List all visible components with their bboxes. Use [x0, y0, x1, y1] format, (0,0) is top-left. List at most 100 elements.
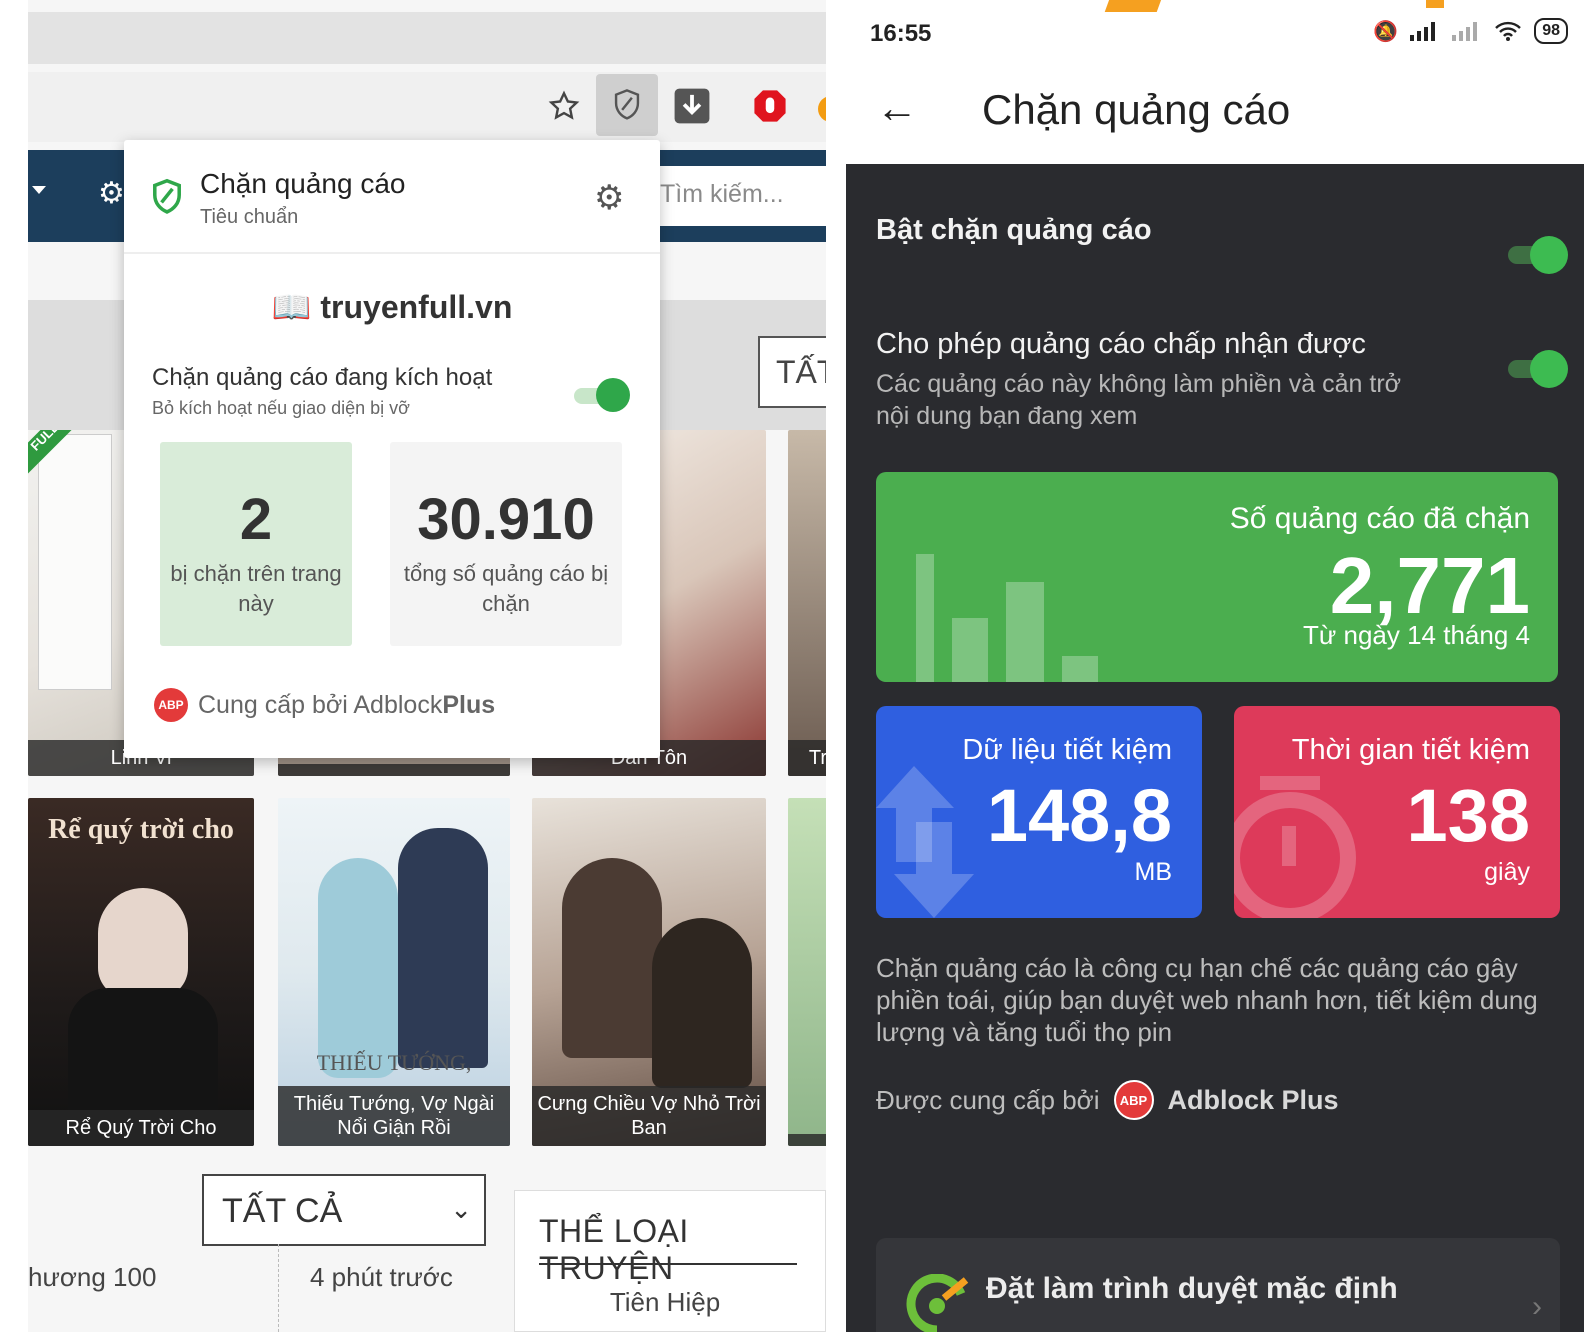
book-title: Cưng Chiều Vợ Nhỏ Trời Ban	[532, 1086, 766, 1146]
acceptable-ads-label: Cho phép quảng cáo chấp nhận được	[876, 328, 1366, 360]
cover-figure	[318, 858, 398, 1078]
status-icons: 🔕 98	[1373, 18, 1568, 44]
divider	[278, 1244, 279, 1332]
browser-logo-icon	[906, 1274, 969, 1332]
book-card[interactable]: Tr	[788, 430, 826, 776]
site-blocking-label: Chặn quảng cáo đang kích hoạt	[152, 364, 493, 391]
book-title: Thiếu Tướng, Vợ Ngài Nổi Giận Rồi	[278, 1086, 510, 1146]
ads-blocked-since: Từ ngày 14 tháng 4	[1302, 620, 1530, 650]
download-icon[interactable]	[672, 86, 712, 126]
cover-figure-body	[68, 988, 218, 1128]
site-domain: 📖 truyenfull.vn	[124, 288, 660, 326]
toggle-knob	[1530, 350, 1568, 388]
book-card[interactable]: THIẾU TƯỚNG, Thiếu Tướng, Vợ Ngài Nổi Gi…	[278, 798, 510, 1146]
genre-panel: THỂ LOẠI TRUYỆN Tiên Hiệp	[514, 1190, 826, 1332]
filter-all-button[interactable]: TẤT	[758, 336, 826, 408]
genre-panel-title: THỂ LOẠI TRUYỆN	[539, 1213, 689, 1286]
category-select-value: TẤT CẢ	[222, 1192, 343, 1230]
green-shield-icon	[150, 178, 184, 221]
chevron-down-icon: ⌄	[450, 1194, 472, 1224]
page-blocked-count: 2	[239, 487, 273, 552]
adblock-popup: Chặn quảng cáo Tiêu chuẩn ⚙ 📖 truyenfull…	[124, 140, 660, 758]
ads-blocked-value: 2,771	[1329, 541, 1530, 630]
star-icon[interactable]	[544, 86, 584, 126]
set-default-browser-label: Đặt làm trình duyệt mặc định	[986, 1272, 1398, 1305]
mobile-screenshot: 16:55 🔕 98 ← Chặn quảng cáo Bật chặn quả…	[846, 0, 1584, 1332]
tab-strip	[28, 12, 826, 64]
time-saved-card: Thời gian tiết kiệm 138 giây	[1234, 706, 1560, 918]
dropdown-caret-icon[interactable]	[32, 186, 46, 194]
adblocker-extension-icon[interactable]	[750, 86, 790, 126]
back-arrow-icon[interactable]: ←	[876, 84, 918, 132]
genre-link[interactable]: Tiên Hiệp	[515, 1287, 815, 1318]
bar-decor	[916, 554, 934, 682]
site-blocking-hint: Bỏ kích hoạt nếu giao diện bị vỡ	[152, 398, 410, 418]
book-card[interactable]	[788, 798, 826, 1146]
cover-figure	[562, 858, 662, 1058]
ads-blocked-card: Số quảng cáo đã chặn 2,771 Từ ngày 14 th…	[876, 472, 1558, 682]
bar-decor	[1062, 656, 1098, 682]
book-title: Rể Quý Trời Cho	[28, 1110, 254, 1146]
chapter-label[interactable]: hương 100	[28, 1262, 156, 1293]
book-card[interactable]: Rể quý trời cho Rể Quý Trời Cho	[28, 798, 254, 1146]
battery-icon: 98	[1534, 18, 1568, 44]
adblock-shield-icon[interactable]	[596, 74, 658, 136]
acceptable-ads-description: Các quảng cáo này không làm phiền và cản…	[876, 370, 1402, 430]
time-saved-value: 138	[1406, 774, 1530, 857]
data-saved-card: Dữ liệu tiết kiệm 148,8 MB	[876, 706, 1202, 918]
enable-adblock-label: Bật chặn quảng cáo	[876, 214, 1152, 246]
time-saved-unit: giây	[1484, 858, 1530, 886]
provided-by: Được cung cấp bởi ABP Adblock Plus	[876, 1080, 1339, 1120]
cover-figure	[398, 828, 488, 1068]
data-saved-value: 148,8	[986, 774, 1172, 857]
decor-shape	[1104, 0, 1164, 12]
bell-muted-icon: 🔕	[1373, 20, 1399, 43]
desktop-browser-screenshot: ⚙ Tìm kiếm... TẤT FULL Linh Vi Đan Tôn T…	[28, 0, 826, 1332]
signal-icon	[1410, 22, 1436, 41]
abp-logo-icon: ABP	[154, 688, 188, 722]
total-blocked-label: tổng số quảng cáo bị chặn	[403, 561, 609, 616]
book-title: Tr	[788, 740, 826, 776]
book-icon: 📖	[271, 289, 312, 325]
popup-footer: ABP Cung cấp bởi AdblockPlus	[154, 688, 495, 722]
page-blocked-label: bị chặn trên trang này	[170, 561, 342, 616]
site-search-input[interactable]: Tìm kiếm...	[658, 166, 826, 226]
gear-icon[interactable]: ⚙	[594, 178, 624, 218]
adblock-description: Chặn quảng cáo là công cụ hạn chế các qu…	[876, 953, 1538, 1047]
ads-blocked-label: Số quảng cáo đã chặn	[1229, 502, 1530, 535]
update-time: 4 phút trước	[310, 1262, 453, 1292]
page-blocked-card: 2 bị chặn trên trang này	[160, 442, 352, 646]
provided-by-label: Được cung cấp bởi	[876, 1084, 1100, 1115]
acceptable-ads-toggle[interactable]	[1508, 348, 1568, 388]
page-title: Chặn quảng cáo	[982, 86, 1291, 133]
popup-title: Chặn quảng cáo	[200, 168, 406, 199]
provider-name[interactable]: Adblock Plus	[1168, 1085, 1339, 1116]
book-cover-title: THIẾU TƯỚNG,	[316, 1050, 472, 1075]
abp-logo-icon: ABP	[1113, 1080, 1154, 1120]
site-domain-text: truyenfull.vn	[320, 289, 513, 325]
data-saved-label: Dữ liệu tiết kiệm	[962, 734, 1172, 766]
book-cover-title: Rể quý trời cho	[48, 814, 234, 845]
time-saved-label: Thời gian tiết kiệm	[1291, 734, 1530, 766]
chevron-right-icon: ›	[1532, 1290, 1542, 1323]
popup-subtitle: Tiêu chuẩn	[200, 206, 299, 228]
cover-figure	[98, 888, 188, 998]
bar-decor	[952, 618, 988, 682]
book-cover	[38, 434, 112, 690]
toggle-knob	[1530, 236, 1568, 274]
set-default-browser-row[interactable]: Đặt làm trình duyệt mặc định ›	[876, 1238, 1560, 1332]
footer-brand: Plus	[442, 690, 496, 719]
status-time: 16:55	[870, 20, 932, 47]
gear-icon[interactable]: ⚙	[98, 176, 125, 211]
site-blocking-toggle[interactable]	[574, 378, 630, 412]
book-card[interactable]: Cưng Chiều Vợ Nhỏ Trời Ban	[532, 798, 766, 1146]
enable-adblock-toggle[interactable]	[1508, 234, 1568, 274]
bar-decor	[1006, 582, 1044, 682]
app-header: 16:55 🔕 98 ← Chặn quảng cáo	[846, 0, 1584, 164]
toggle-knob	[596, 378, 630, 412]
stopwatch-icon	[1234, 776, 1356, 918]
divider	[539, 1263, 797, 1265]
popup-header: Chặn quảng cáo Tiêu chuẩn ⚙	[124, 140, 660, 254]
category-select[interactable]: TẤT CẢ ⌄	[202, 1174, 486, 1246]
wifi-icon	[1495, 21, 1522, 41]
